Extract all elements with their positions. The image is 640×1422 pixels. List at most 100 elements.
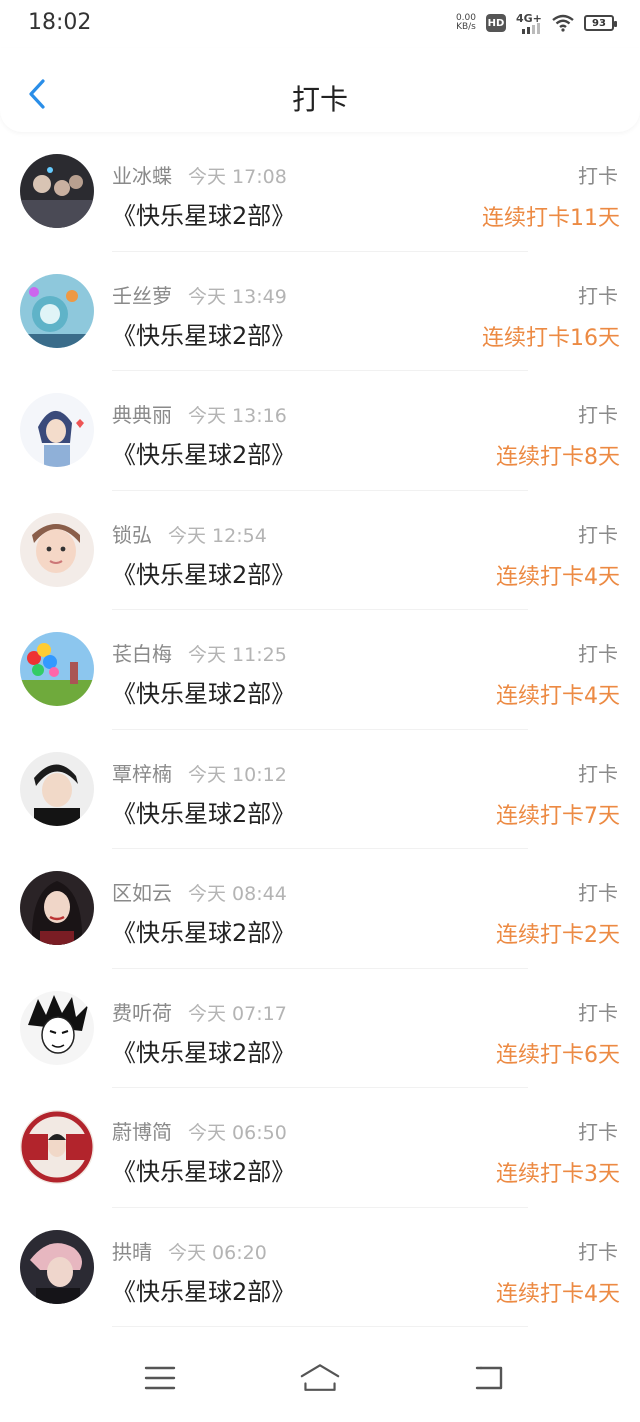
streak-label: 连续打卡4天 xyxy=(496,684,620,709)
checkin-time: 今天 08:44 xyxy=(188,883,287,905)
network-speed: 0.00 KB/s xyxy=(456,14,476,32)
checkin-meta: 蔚博简 今天 06:50 xyxy=(112,1116,287,1145)
menu-button[interactable] xyxy=(140,1360,180,1396)
streak-label: 连续打卡4天 xyxy=(496,1281,620,1307)
checkin-time: 今天 12:54 xyxy=(168,524,267,547)
streak-label: 连续打卡8天 xyxy=(496,445,620,470)
avatar[interactable] xyxy=(20,871,94,945)
checkin-time: 今天 06:50 xyxy=(188,1122,287,1144)
user-name: 拱晴 xyxy=(112,1239,152,1264)
avatar[interactable] xyxy=(20,154,94,228)
checkin-list: 业冰蝶 今天 17:08 《快乐星球2部》 打卡 连续打卡11天 壬丝萝 今天 13… xyxy=(0,132,640,1327)
streak-label: 连续打卡6天 xyxy=(496,1042,620,1068)
status-icons: 0.00 KB/s HD 4G+ 93 xyxy=(456,12,617,34)
avatar[interactable] xyxy=(20,990,94,1065)
streak-label: 连续打卡7天 xyxy=(496,803,620,829)
checkin-time: 今天 10:12 xyxy=(188,763,287,786)
status-bar: 18:02 0.00 KB/s HD 4G+ 93 xyxy=(0,0,640,48)
checkin-label: 打卡 xyxy=(578,761,618,786)
user-name: 费听荷 xyxy=(112,1000,172,1025)
streak-label: 连续打卡16天 xyxy=(482,325,620,351)
checkin-meta: 业冰蝶 今天 17:08 xyxy=(112,160,287,189)
checkin-row[interactable]: 覃梓楠 今天 10:12 《快乐星球2部》 打卡 连续打卡7天 xyxy=(0,730,640,850)
avatar[interactable] xyxy=(20,632,94,706)
menu-icon xyxy=(144,1366,176,1390)
checkin-row[interactable]: 壬丝萝 今天 13:49 《快乐星球2部》 打卡 连续打卡16天 xyxy=(0,252,640,372)
program-title: 《快乐星球2部》 xyxy=(112,202,296,230)
checkin-time: 今天 13:16 xyxy=(188,405,287,427)
signal-icon: 4G+ xyxy=(516,12,542,34)
checkin-label: 打卡 xyxy=(578,283,618,308)
avatar[interactable] xyxy=(20,393,94,467)
system-nav-bar xyxy=(0,1336,640,1422)
program-title: 《快乐星球2部》 xyxy=(112,919,296,947)
user-name: 典典丽 xyxy=(112,403,172,427)
user-name: 壬丝萝 xyxy=(112,283,172,308)
checkin-label: 打卡 xyxy=(578,522,618,547)
user-name: 业冰蝶 xyxy=(112,164,172,188)
checkin-label: 打卡 xyxy=(578,1120,618,1144)
checkin-row[interactable]: 拱晴 今天 06:20 《快乐星球2部》 打卡 连续打卡4天 xyxy=(0,1208,640,1328)
user-name: 苌白梅 xyxy=(112,642,172,666)
checkin-row[interactable]: 锁弘 今天 12:54 《快乐星球2部》 打卡 连续打卡4天 xyxy=(0,491,640,611)
user-name: 锁弘 xyxy=(112,522,152,547)
streak-label: 连续打卡3天 xyxy=(496,1162,620,1187)
checkin-meta: 区如云 今天 08:44 xyxy=(112,877,287,906)
user-name: 区如云 xyxy=(112,881,172,905)
checkin-row[interactable]: 典典丽 今天 13:16 《快乐星球2部》 打卡 连续打卡8天 xyxy=(0,371,640,491)
checkin-label: 打卡 xyxy=(578,164,618,188)
streak-label: 连续打卡11天 xyxy=(482,206,620,231)
checkin-label: 打卡 xyxy=(578,1239,618,1264)
avatar[interactable] xyxy=(20,512,94,587)
network-speed-unit: KB/s xyxy=(456,22,476,32)
back-icon xyxy=(475,1366,503,1390)
checkin-label: 打卡 xyxy=(578,1000,618,1025)
program-title: 《快乐星球2部》 xyxy=(112,1038,296,1067)
checkin-label: 打卡 xyxy=(578,642,618,666)
checkin-row[interactable]: 苌白梅 今天 11:25 《快乐星球2部》 打卡 连续打卡4天 xyxy=(0,610,640,730)
streak-label: 连续打卡2天 xyxy=(496,923,620,948)
program-title: 《快乐星球2部》 xyxy=(112,560,296,589)
user-name: 覃梓楠 xyxy=(112,761,172,786)
wifi-icon xyxy=(552,14,574,32)
checkin-meta: 费听荷 今天 07:17 xyxy=(112,997,287,1026)
user-name: 蔚博简 xyxy=(112,1120,172,1144)
checkin-meta: 拱晴 今天 06:20 xyxy=(112,1236,267,1265)
program-title: 《快乐星球2部》 xyxy=(112,441,296,469)
program-title: 《快乐星球2部》 xyxy=(112,680,296,708)
program-title: 《快乐星球2部》 xyxy=(112,1158,296,1186)
checkin-meta: 覃梓楠 今天 10:12 xyxy=(112,758,287,787)
home-icon xyxy=(300,1364,340,1391)
home-button[interactable] xyxy=(300,1360,340,1396)
checkin-label: 打卡 xyxy=(578,881,618,905)
checkin-time: 今天 06:20 xyxy=(168,1241,267,1264)
battery-icon: 93 xyxy=(584,15,617,31)
avatar[interactable] xyxy=(20,273,94,348)
checkin-time: 今天 17:08 xyxy=(188,166,287,188)
streak-label: 连续打卡4天 xyxy=(496,564,620,590)
checkin-time: 今天 11:25 xyxy=(188,644,287,666)
program-title: 《快乐星球2部》 xyxy=(112,1277,296,1306)
checkin-row[interactable]: 区如云 今天 08:44 《快乐星球2部》 打卡 连续打卡2天 xyxy=(0,849,640,969)
checkin-time: 今天 13:49 xyxy=(188,285,287,308)
avatar[interactable] xyxy=(20,1110,94,1184)
battery-level: 93 xyxy=(592,17,606,29)
hd-icon: HD xyxy=(486,14,506,32)
header: 打卡 xyxy=(0,48,640,132)
program-title: 《快乐星球2部》 xyxy=(112,321,296,350)
back-nav-button[interactable] xyxy=(468,1360,508,1396)
avatar[interactable] xyxy=(20,1229,94,1304)
checkin-row[interactable]: 蔚博简 今天 06:50 《快乐星球2部》 打卡 连续打卡3天 xyxy=(0,1088,640,1208)
avatar[interactable] xyxy=(20,751,94,826)
program-title: 《快乐星球2部》 xyxy=(112,799,296,828)
checkin-row[interactable]: 费听荷 今天 07:17 《快乐星球2部》 打卡 连续打卡6天 xyxy=(0,969,640,1089)
checkin-meta: 典典丽 今天 13:16 xyxy=(112,399,287,428)
checkin-time: 今天 07:17 xyxy=(188,1002,287,1025)
checkin-row[interactable]: 业冰蝶 今天 17:08 《快乐星球2部》 打卡 连续打卡11天 xyxy=(0,132,640,252)
checkin-label: 打卡 xyxy=(578,403,618,427)
status-time: 18:02 xyxy=(28,10,92,35)
checkin-meta: 苌白梅 今天 11:25 xyxy=(112,638,287,667)
checkin-meta: 锁弘 今天 12:54 xyxy=(112,519,267,548)
page-title: 打卡 xyxy=(291,83,348,116)
checkin-meta: 壬丝萝 今天 13:49 xyxy=(112,280,287,309)
